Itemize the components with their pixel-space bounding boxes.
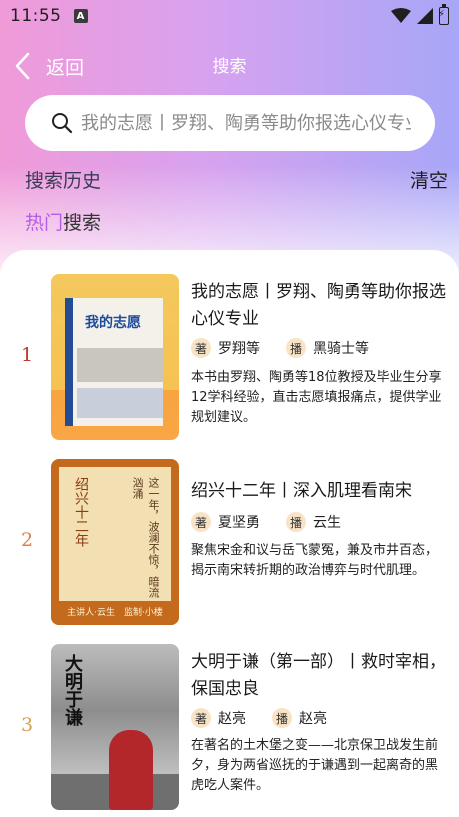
search-history-header: 搜索历史 清空 <box>25 165 448 193</box>
signal-icon <box>417 8 433 24</box>
back-label: 返回 <box>46 56 85 79</box>
narrator-tag: 播 <box>272 708 292 728</box>
wifi-icon <box>391 8 411 23</box>
cover-footer <box>77 388 163 418</box>
narrator-tag: 播 <box>286 512 306 532</box>
cover-title: 大明于谦 <box>62 654 83 726</box>
search-icon <box>52 113 73 134</box>
cover-photo <box>77 348 163 382</box>
rank-number: 3 <box>20 714 34 736</box>
list-item[interactable]: 3 大明于谦 大明于谦（第一部）丨救时宰相，保国忠良 著 赵亮 播 赵亮 在著名… <box>0 644 459 812</box>
cover-art: 绍兴十二年 这一年，波澜不惊，暗流汹涌 <box>59 467 171 601</box>
book-cover: 我的志愿 <box>51 274 179 440</box>
cover-subtitle: 这一年，波澜不惊，暗流汹涌 <box>131 477 160 598</box>
item-meta: 著 赵亮 播 赵亮 <box>191 708 327 728</box>
item-meta: 著 罗翔等 播 黑骑士等 <box>191 338 369 358</box>
rank-number: 1 <box>20 344 34 366</box>
chevron-left-icon <box>15 52 30 80</box>
item-title: 大明于谦（第一部）丨救时宰相，保国忠良 <box>191 652 446 699</box>
item-description: 在著名的土木堡之变——北京保卫战发生前夕，身为两省巡抚的于谦遇到一起离奇的黑虎吃… <box>191 738 439 793</box>
battery-icon <box>438 4 449 25</box>
narrator-tag: 播 <box>286 338 306 358</box>
item-description: 本书由罗翔、陶勇等18位教授及毕业生分享12学科经验，直击志愿填报痛点，提供学业… <box>191 370 442 425</box>
item-title: 绍兴十二年丨深入肌理看南宋 <box>191 481 412 501</box>
narrator-name: 黑骑士等 <box>313 341 369 357</box>
book-cover: 绍兴十二年 这一年，波澜不惊，暗流汹涌 主讲人·云生 监制·小楼 <box>51 459 179 625</box>
author-tag: 著 <box>191 708 211 728</box>
search-history-label: 搜索历史 <box>25 169 102 192</box>
author-name: 罗翔等 <box>218 341 260 357</box>
notification-icon: A <box>73 9 88 23</box>
narrator-name: 赵亮 <box>299 711 327 727</box>
author-tag: 著 <box>191 512 211 532</box>
book-cover: 大明于谦 <box>51 644 179 810</box>
rank-number: 2 <box>20 529 34 551</box>
cover-footer: 主讲人·云生 监制·小楼 <box>51 601 179 625</box>
cover-title: 绍兴十二年 <box>73 477 89 547</box>
item-meta: 著 夏坚勇 播 云生 <box>191 512 341 532</box>
book-cover-art: 我的志愿 <box>65 298 163 426</box>
top-nav: 返回 搜索 <box>0 44 459 88</box>
hot-search-rest: 搜索 <box>63 212 102 234</box>
hot-search-highlight: 热门 <box>25 212 64 234</box>
search-input[interactable] <box>81 112 411 134</box>
author-name: 赵亮 <box>218 711 246 727</box>
list-item[interactable]: 1 我的志愿 我的志愿丨罗翔、陶勇等助你报选心仪专业 著 罗翔等 播 黑骑士等 … <box>0 274 459 442</box>
clear-history-button[interactable]: 清空 <box>410 166 448 193</box>
cover-figure <box>109 730 153 810</box>
status-time: 11:55 <box>10 6 62 26</box>
item-description: 聚焦宋金和议与岳飞蒙冤，兼及市井百态，揭示南宋转折期的政治博弈与时代肌理。 <box>191 543 439 578</box>
cover-title: 我的志愿 <box>85 315 141 331</box>
hot-search-title: 热门搜索 <box>25 208 101 235</box>
status-bar: 11:55 A <box>0 0 459 32</box>
back-button[interactable]: 返回 <box>12 51 84 81</box>
status-icons <box>391 4 449 25</box>
list-item[interactable]: 2 绍兴十二年 这一年，波澜不惊，暗流汹涌 主讲人·云生 监制·小楼 绍兴十二年… <box>0 459 459 627</box>
search-bar[interactable] <box>25 95 435 151</box>
author-tag: 著 <box>191 338 211 358</box>
narrator-name: 云生 <box>313 515 341 531</box>
hot-search-list: 1 我的志愿 我的志愿丨罗翔、陶勇等助你报选心仪专业 著 罗翔等 播 黑骑士等 … <box>0 250 459 817</box>
item-title: 我的志愿丨罗翔、陶勇等助你报选心仪专业 <box>191 282 446 329</box>
author-name: 夏坚勇 <box>218 515 260 531</box>
